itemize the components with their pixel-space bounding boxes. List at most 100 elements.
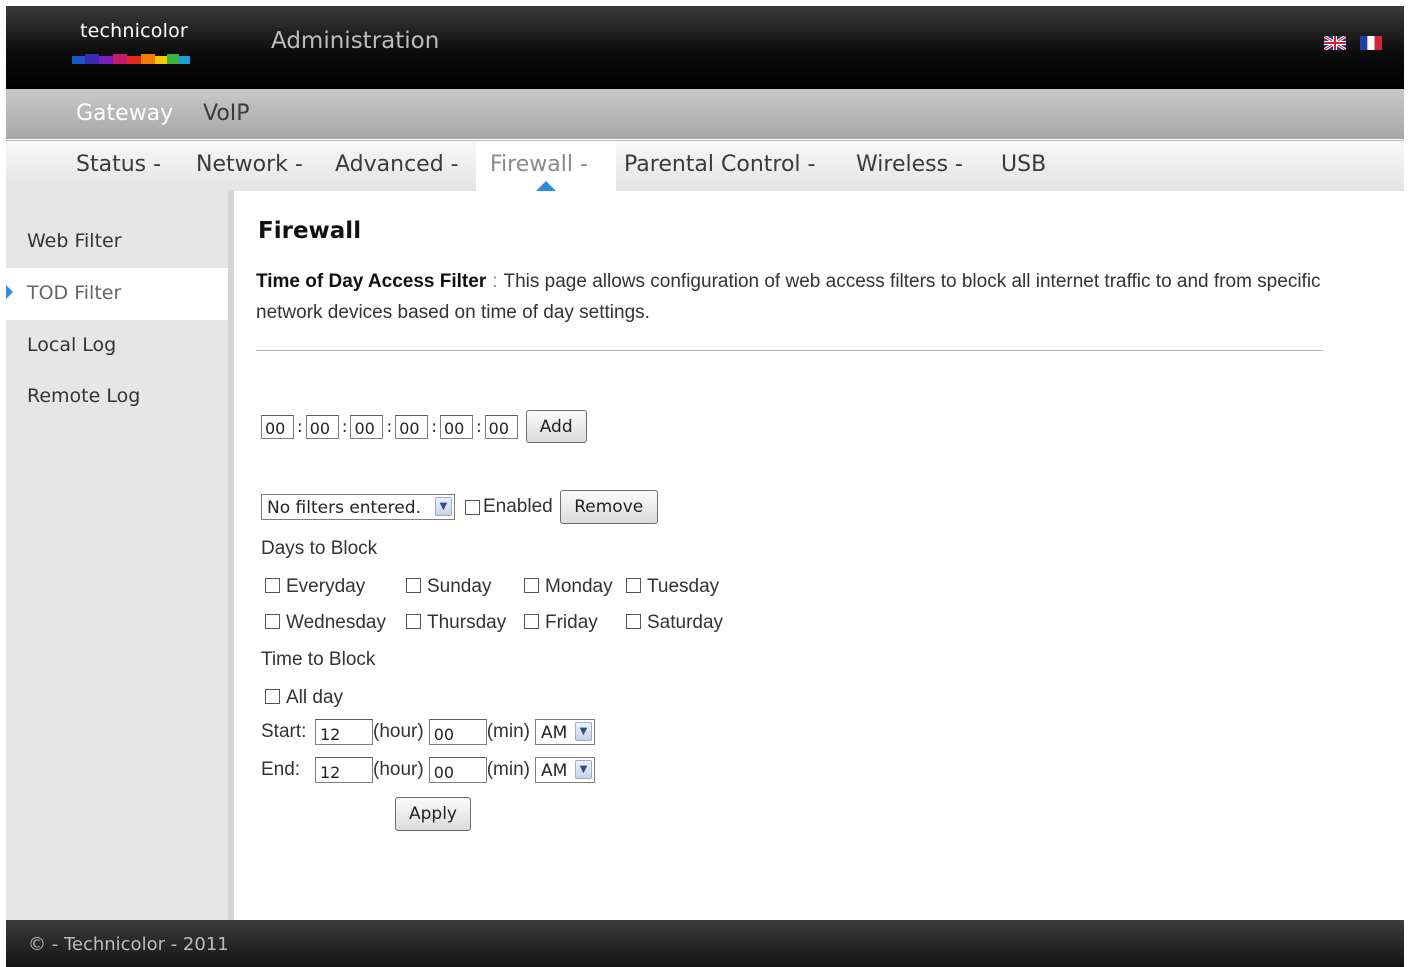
sidebar-item-label: Web Filter xyxy=(27,230,122,252)
description-separator: : xyxy=(492,271,498,292)
sidebar-item-local-log[interactable]: Local Log xyxy=(6,320,228,372)
footer-copyright: © - Technicolor - 2011 xyxy=(28,934,229,955)
sidebar: Web Filter TOD Filter Local Log Remote L… xyxy=(6,190,234,920)
mac-address-row: : : : : : Add xyxy=(261,410,587,443)
sunday-checkbox[interactable] xyxy=(406,578,421,593)
top-header: technicolor Administration xyxy=(6,6,1404,89)
start-label: Start: xyxy=(261,721,307,742)
chevron-down-icon: ▼ xyxy=(574,760,592,779)
start-min-input[interactable] xyxy=(428,719,487,745)
days-heading: Days to Block xyxy=(261,538,378,559)
page-frame: technicolor Administration Gateway VoIP … xyxy=(6,6,1404,967)
tuesday-checkbox[interactable] xyxy=(626,578,641,593)
mac-separator: : xyxy=(297,416,303,437)
sunday-label: Sunday xyxy=(427,576,492,597)
language-flags xyxy=(1324,36,1382,50)
day-wednesday[interactable]: Wednesday xyxy=(265,612,386,634)
selected-arrow-icon xyxy=(6,285,13,299)
filter-row: No filters entered. ▼ Enabled Remove xyxy=(261,490,658,524)
nav-usb[interactable]: USB xyxy=(1001,152,1046,177)
sidebar-item-web-filter[interactable]: Web Filter xyxy=(6,216,228,268)
remove-button[interactable]: Remove xyxy=(559,490,658,524)
start-ampm-value: AM xyxy=(540,723,568,743)
sidebar-item-tod-filter[interactable]: TOD Filter xyxy=(6,268,228,320)
nav-parental-control[interactable]: Parental Control - xyxy=(624,152,815,177)
start-time-row: Start: (hour) (min) AM ▼ xyxy=(261,719,595,745)
main-content: Firewall Time of Day Access Filter: This … xyxy=(256,190,1386,920)
nav-network[interactable]: Network - xyxy=(196,152,303,177)
mac-field-2[interactable] xyxy=(305,414,339,439)
min-unit-label: (min) xyxy=(486,759,530,780)
mac-separator: : xyxy=(341,416,348,437)
end-time-row: End: (hour) (min) AM ▼ xyxy=(261,757,595,783)
mac-separator: : xyxy=(475,416,482,437)
start-hour-input[interactable] xyxy=(315,719,373,745)
primary-nav: Gateway VoIP xyxy=(6,89,1404,139)
day-thursday[interactable]: Thursday xyxy=(406,612,506,634)
mac-field-3[interactable] xyxy=(350,414,384,439)
nav-status[interactable]: Status - xyxy=(76,152,161,177)
logo-text: technicolor xyxy=(80,20,188,42)
everyday-checkbox[interactable] xyxy=(265,578,280,593)
monday-checkbox[interactable] xyxy=(524,578,539,593)
secondary-nav: Status - Network - Advanced - Firewall -… xyxy=(6,140,1404,191)
day-monday[interactable]: Monday xyxy=(524,576,613,598)
day-everyday[interactable]: Everyday xyxy=(265,576,365,598)
all-day-label: All day xyxy=(286,687,344,708)
enabled-checkbox[interactable] xyxy=(465,499,480,515)
sidebar-item-label: TOD Filter xyxy=(27,282,122,304)
saturday-label: Saturday xyxy=(647,612,724,633)
mac-field-4[interactable] xyxy=(395,414,429,439)
thursday-label: Thursday xyxy=(427,612,507,633)
nav-gateway[interactable]: Gateway xyxy=(76,101,173,126)
mac-field-6[interactable] xyxy=(484,414,518,439)
chevron-down-icon: ▼ xyxy=(574,722,592,741)
wednesday-label: Wednesday xyxy=(286,612,386,633)
technicolor-logo[interactable]: technicolor xyxy=(72,20,192,66)
footer: © - Technicolor - 2011 xyxy=(6,920,1404,967)
filter-select[interactable]: No filters entered. ▼ xyxy=(261,494,455,520)
mac-field-5[interactable] xyxy=(439,414,473,439)
logo-color-bar-icon xyxy=(72,54,190,64)
end-ampm-value: AM xyxy=(540,761,568,781)
uk-flag-icon[interactable] xyxy=(1324,36,1346,50)
sidebar-item-label: Remote Log xyxy=(27,385,141,407)
nav-firewall[interactable]: Firewall - xyxy=(490,152,588,177)
page-title: Firewall xyxy=(258,218,362,244)
thursday-checkbox[interactable] xyxy=(406,614,421,629)
nav-wireless[interactable]: Wireless - xyxy=(856,152,963,177)
min-unit-label: (min) xyxy=(486,721,530,742)
enabled-label: Enabled xyxy=(483,496,553,517)
apply-button[interactable]: Apply xyxy=(395,797,471,831)
friday-label: Friday xyxy=(545,612,598,633)
add-button[interactable]: Add xyxy=(525,410,587,443)
all-day-checkbox[interactable] xyxy=(265,689,280,704)
friday-checkbox[interactable] xyxy=(524,614,539,629)
mac-field-1[interactable] xyxy=(261,414,294,439)
end-min-input[interactable] xyxy=(428,757,487,783)
description-label: Time of Day Access Filter xyxy=(256,271,487,292)
start-ampm-select[interactable]: AM ▼ xyxy=(534,719,595,745)
day-sunday[interactable]: Sunday xyxy=(406,576,491,598)
hour-unit-label: (hour) xyxy=(373,759,424,780)
page-description: Time of Day Access Filter: This page allo… xyxy=(256,266,1336,328)
everyday-label: Everyday xyxy=(286,576,366,597)
france-flag-icon[interactable] xyxy=(1360,36,1382,50)
day-tuesday[interactable]: Tuesday xyxy=(626,576,719,598)
admin-title: Administration xyxy=(271,28,440,54)
end-hour-input[interactable] xyxy=(315,757,373,783)
nav-voip[interactable]: VoIP xyxy=(203,101,250,126)
end-label: End: xyxy=(261,759,301,780)
all-day-option[interactable]: All day xyxy=(265,687,343,709)
day-friday[interactable]: Friday xyxy=(524,612,598,634)
nav-advanced[interactable]: Advanced - xyxy=(335,152,459,177)
end-ampm-select[interactable]: AM ▼ xyxy=(534,757,595,783)
wednesday-checkbox[interactable] xyxy=(265,614,280,629)
day-saturday[interactable]: Saturday xyxy=(626,612,723,634)
saturday-checkbox[interactable] xyxy=(626,614,641,629)
hour-unit-label: (hour) xyxy=(373,721,424,742)
chevron-down-icon: ▼ xyxy=(435,497,452,516)
sidebar-item-remote-log[interactable]: Remote Log xyxy=(6,371,228,423)
monday-label: Monday xyxy=(545,576,613,597)
filter-select-value: No filters entered. xyxy=(267,498,421,518)
